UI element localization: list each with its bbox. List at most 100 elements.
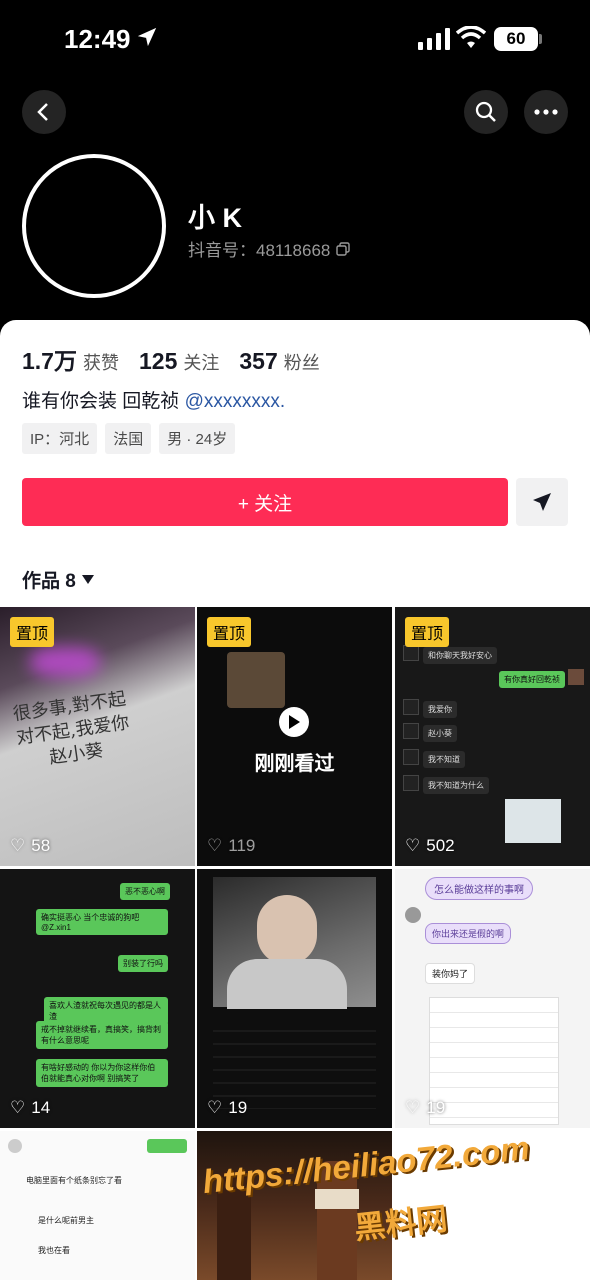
video-tile[interactable]: 电脑里面有个纸条别忘了看 是什么呢前男主 我也在看 xyxy=(0,1131,195,1280)
more-button[interactable] xyxy=(524,90,568,134)
chat-avatar xyxy=(403,723,419,739)
video-tile[interactable]: 很多事,對不起 对不起,我爱你 赵小葵 置顶 ♡ 58 xyxy=(0,607,195,866)
video-tile[interactable]: 和你聊天我好安心 有你真好回乾祯 我爱你 赵小葵 我不知道 我不知道为什么 置顶… xyxy=(395,607,590,866)
stat-following-label: 关注 xyxy=(183,353,220,373)
sticker-image xyxy=(505,799,561,843)
tab-works-label: 作品 8 xyxy=(22,571,76,592)
video-tile[interactable]: 刚刚看过 置顶 ♡ 119 xyxy=(197,607,392,866)
comment-text: 我也在看 xyxy=(38,1246,70,1255)
chat-avatar xyxy=(403,699,419,715)
stats-row: 1.7万 获赞 125 关注 357 粉丝 xyxy=(22,342,320,376)
stat-following[interactable]: 125 关注 xyxy=(139,348,219,375)
likes-value: 19 xyxy=(426,1098,446,1117)
chat-bubble: 确实挺恶心 当个忠诚的狗吧 @Z.xin1 xyxy=(36,909,168,935)
location-arrow-icon xyxy=(137,27,157,47)
likes-count: ♡ 19 xyxy=(405,1098,445,1118)
comment-stream xyxy=(213,1019,376,1109)
stat-following-value: 125 xyxy=(138,348,178,374)
likes-value: 119 xyxy=(228,836,256,855)
chevron-left-icon xyxy=(37,103,48,121)
heart-icon: ♡ xyxy=(207,1098,223,1117)
video-tile[interactable]: 怎么能做这样的事啊 你出来还是假的啊 装你妈了 ♡ 19 xyxy=(395,869,590,1128)
note-bubble: 你出来还是假的啊 xyxy=(425,923,512,944)
bio-text: 谁有你会装 回乾祯 xyxy=(22,391,185,412)
likes-count: ♡ 14 xyxy=(10,1098,50,1118)
chat-bubble: 有啥好感动的 你以为你这样你伯伯就能真心对你啊 别搞笑了 xyxy=(36,1059,168,1087)
stat-followers-value: 357 xyxy=(239,348,278,374)
status-time: 12:49 xyxy=(64,24,131,54)
likes-value: 58 xyxy=(31,836,51,855)
chat-bubble: 恶不恶心啊 xyxy=(120,883,170,900)
tab-works[interactable]: 作品 8 xyxy=(22,566,94,593)
bio-mention-link[interactable]: @xxxxxxxx. xyxy=(185,391,286,412)
handwritten-note: 很多事,對不起 对不起,我爱你 赵小葵 xyxy=(12,687,135,774)
stat-likes-value: 1.7万 xyxy=(22,348,77,374)
chat-avatar xyxy=(403,749,419,765)
tag-ip: IP：河北 xyxy=(22,423,98,454)
pinned-badge: 置顶 xyxy=(10,617,55,647)
heart-icon: ♡ xyxy=(10,1098,26,1117)
battery-cap xyxy=(539,34,542,44)
heart-icon: ♡ xyxy=(405,1098,421,1117)
profile-name: 小 K xyxy=(188,203,242,233)
avatar[interactable] xyxy=(22,154,166,298)
note-title: 怎么能做这样的事啊 xyxy=(425,877,533,900)
chat-bubble: 赵小葵 xyxy=(423,725,457,742)
back-button[interactable] xyxy=(22,90,66,134)
stat-followers[interactable]: 357 粉丝 xyxy=(239,348,319,375)
follow-button-label: + 关注 xyxy=(237,493,293,515)
stat-followers-label: 粉丝 xyxy=(283,353,320,373)
likes-count: ♡ 502 xyxy=(405,836,455,856)
status-bar: 12:49 60 xyxy=(0,0,590,80)
chat-avatar xyxy=(403,775,419,791)
search-button[interactable] xyxy=(464,90,508,134)
wifi-icon xyxy=(456,26,486,48)
note-bubble: 装你妈了 xyxy=(425,963,476,984)
tag-location: 法国 xyxy=(105,423,152,454)
chat-bubble: 和你聊天我好安心 xyxy=(423,647,497,664)
chat-bubble: 戒不掉就继续看，真搞笑，搞背刺有什么意思呢 xyxy=(36,1021,168,1049)
likes-count: ♡ 119 xyxy=(207,836,255,856)
search-icon xyxy=(475,101,496,122)
heart-icon: ♡ xyxy=(405,836,421,855)
comment-text: 是什么呢前男主 xyxy=(38,1216,94,1225)
bio: 谁有你会装 回乾祯 @xxxxxxxx. xyxy=(22,386,285,413)
pinned-badge: 置顶 xyxy=(405,617,450,647)
message-button[interactable] xyxy=(516,478,568,526)
copy-icon[interactable] xyxy=(336,241,351,256)
likes-value: 19 xyxy=(228,1098,248,1117)
caret-down-icon xyxy=(81,574,94,584)
cellular-signal-icon xyxy=(418,28,450,50)
douyin-id[interactable]: 抖音号：48118668 xyxy=(188,236,351,261)
just-watched-label: 刚刚看过 xyxy=(254,753,335,775)
comment-avatar xyxy=(8,1139,22,1153)
stat-likes[interactable]: 1.7万 获赞 xyxy=(22,342,119,376)
long-message xyxy=(429,997,559,1125)
likes-value: 14 xyxy=(31,1098,51,1117)
video-tile[interactable]: ♡ 19 xyxy=(197,869,392,1128)
face-shape xyxy=(257,895,317,965)
tags-row: IP：河北 法国 男 · 24岁 xyxy=(22,423,236,454)
play-icon[interactable] xyxy=(279,707,309,737)
douyin-id-text: 抖音号：48118668 xyxy=(188,241,331,260)
tag-gender-age: 男 · 24岁 xyxy=(159,423,236,454)
heart-icon: ♡ xyxy=(207,836,223,855)
likes-value: 502 xyxy=(426,836,455,855)
pinned-badge: 置顶 xyxy=(207,617,252,647)
likes-count: ♡ 19 xyxy=(207,1098,247,1118)
more-dots-icon xyxy=(534,109,558,115)
send-arrow-icon xyxy=(533,493,551,511)
chat-bubble: 我不知道 xyxy=(423,751,465,768)
heart-icon: ♡ xyxy=(10,836,26,855)
follow-button[interactable]: + 关注 xyxy=(22,478,508,526)
fur-coat-shape xyxy=(227,959,347,1009)
comment-text: 电脑里面有个纸条别忘了看 xyxy=(26,1176,122,1185)
video-tile[interactable]: 恶不恶心啊 确实挺恶心 当个忠诚的狗吧 @Z.xin1 别装了行吗 喜欢人渣就祝… xyxy=(0,869,195,1128)
battery-indicator: 60 xyxy=(494,27,538,51)
chat-bubble: 我不知道为什么 xyxy=(423,777,489,794)
chat-avatar xyxy=(403,645,419,661)
likes-count: ♡ 58 xyxy=(10,836,50,856)
chat-bubble: 有你真好回乾祯 xyxy=(499,671,565,688)
stat-likes-label: 获赞 xyxy=(82,353,119,373)
chat-bubble: 别装了行吗 xyxy=(118,955,168,972)
